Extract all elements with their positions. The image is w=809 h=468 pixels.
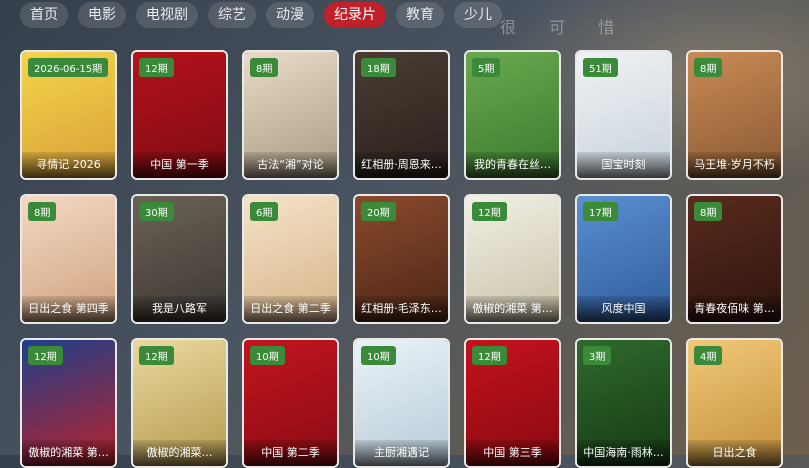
program-title: 马王堆·岁月不朽 bbox=[688, 152, 781, 178]
program-card[interactable]: 2026-06-15期寻情记 2026 bbox=[20, 50, 117, 180]
category-tabs: 首页 电影 电视剧 综艺 动漫 纪录片 教育 少儿 bbox=[20, 2, 502, 28]
tab-0[interactable]: 首页 bbox=[20, 2, 68, 28]
program-card[interactable]: 4期日出之食 bbox=[686, 338, 783, 468]
program-title: 傲椒的湘菜 第… bbox=[466, 296, 559, 322]
episode-badge: 12期 bbox=[28, 346, 63, 365]
program-title: 中国 第二季 bbox=[244, 440, 337, 466]
program-card[interactable]: 12期傲椒的湘菜 第… bbox=[20, 338, 117, 468]
tab-6[interactable]: 教育 bbox=[396, 2, 444, 28]
episode-badge: 8期 bbox=[250, 58, 279, 77]
program-title: 日出之食 第四季 bbox=[22, 296, 115, 322]
program-card[interactable]: 10期主厨湘遇记 bbox=[353, 338, 450, 468]
program-title: 国宝时刻 bbox=[577, 152, 670, 178]
episode-badge: 10期 bbox=[361, 346, 396, 365]
tab-2[interactable]: 电视剧 bbox=[136, 2, 198, 28]
episode-badge: 17期 bbox=[583, 202, 618, 221]
program-card[interactable]: 8期古法“湘”对论 bbox=[242, 50, 339, 180]
program-card[interactable]: 12期傲椒的湘菜 第… bbox=[464, 194, 561, 324]
program-card[interactable]: 12期傲椒的湘菜… bbox=[131, 338, 228, 468]
program-card[interactable]: 5期我的青春在丝… bbox=[464, 50, 561, 180]
program-grid: 2026-06-15期 寻情记 2026 12期 中国 第一季 8期 古法“湘”对论 18期… bbox=[20, 50, 809, 468]
tab-7[interactable]: 少儿 bbox=[454, 2, 502, 28]
episode-badge: 10期 bbox=[250, 346, 285, 365]
episode-badge: 5期 bbox=[472, 58, 501, 77]
program-title: 古法“湘”对论 bbox=[244, 152, 337, 178]
program-title: 青春夜佰味 第… bbox=[688, 296, 781, 322]
program-card[interactable]: 3期中国海南·雨林… bbox=[575, 338, 672, 468]
episode-badge: 8期 bbox=[694, 202, 723, 221]
program-title: 红相册·周恩来… bbox=[355, 152, 448, 178]
episode-badge: 12期 bbox=[472, 346, 507, 365]
tab-1[interactable]: 电影 bbox=[78, 2, 126, 28]
program-title: 我的青春在丝… bbox=[466, 152, 559, 178]
episode-badge: 12期 bbox=[472, 202, 507, 221]
program-title: 傲椒的湘菜 第… bbox=[22, 440, 115, 466]
program-title: 傲椒的湘菜… bbox=[133, 440, 226, 466]
program-title: 日出之食 bbox=[688, 440, 781, 466]
program-card[interactable]: 51期国宝时刻 bbox=[575, 50, 672, 180]
program-title: 红相册·毛泽东… bbox=[355, 296, 448, 322]
program-title: 寻情记 2026 bbox=[22, 152, 115, 178]
program-title: 日出之食 第二季 bbox=[244, 296, 337, 322]
program-title: 中国海南·雨林… bbox=[577, 440, 670, 466]
program-card[interactable]: 17期风度中国 bbox=[575, 194, 672, 324]
program-title: 风度中国 bbox=[577, 296, 670, 322]
background-text: 很 可 惜 bbox=[500, 18, 629, 37]
program-card[interactable]: 10期中国 第二季 bbox=[242, 338, 339, 468]
program-title: 中国 第一季 bbox=[133, 152, 226, 178]
episode-badge: 51期 bbox=[583, 58, 618, 77]
program-title: 我是八路军 bbox=[133, 296, 226, 322]
episode-badge: 3期 bbox=[583, 346, 612, 365]
tab-4[interactable]: 动漫 bbox=[266, 2, 314, 28]
program-card[interactable]: 8期马王堆·岁月不朽 bbox=[686, 50, 783, 180]
tab-3[interactable]: 综艺 bbox=[208, 2, 256, 28]
episode-badge: 18期 bbox=[361, 58, 396, 77]
episode-badge: 4期 bbox=[694, 346, 723, 365]
episode-badge: 6期 bbox=[250, 202, 279, 221]
program-card[interactable]: 12期中国 第一季 bbox=[131, 50, 228, 180]
episode-badge: 2026-06-15期 bbox=[28, 58, 109, 77]
program-card[interactable]: 6期日出之食 第二季 bbox=[242, 194, 339, 324]
episode-badge: 8期 bbox=[694, 58, 723, 77]
program-title: 主厨湘遇记 bbox=[355, 440, 448, 466]
program-title: 中国 第三季 bbox=[466, 440, 559, 466]
program-card[interactable]: 12期中国 第三季 bbox=[464, 338, 561, 468]
episode-badge: 30期 bbox=[139, 202, 174, 221]
program-card[interactable]: 20期红相册·毛泽东… bbox=[353, 194, 450, 324]
tab-5[interactable]: 纪录片 bbox=[324, 2, 386, 28]
program-card[interactable]: 18期红相册·周恩来… bbox=[353, 50, 450, 180]
program-card[interactable]: 8期青春夜佰味 第… bbox=[686, 194, 783, 324]
program-card[interactable]: 8期日出之食 第四季 bbox=[20, 194, 117, 324]
episode-badge: 8期 bbox=[28, 202, 57, 221]
episode-badge: 12期 bbox=[139, 346, 174, 365]
episode-badge: 20期 bbox=[361, 202, 396, 221]
program-card[interactable]: 30期我是八路军 bbox=[131, 194, 228, 324]
episode-badge: 12期 bbox=[139, 58, 174, 77]
